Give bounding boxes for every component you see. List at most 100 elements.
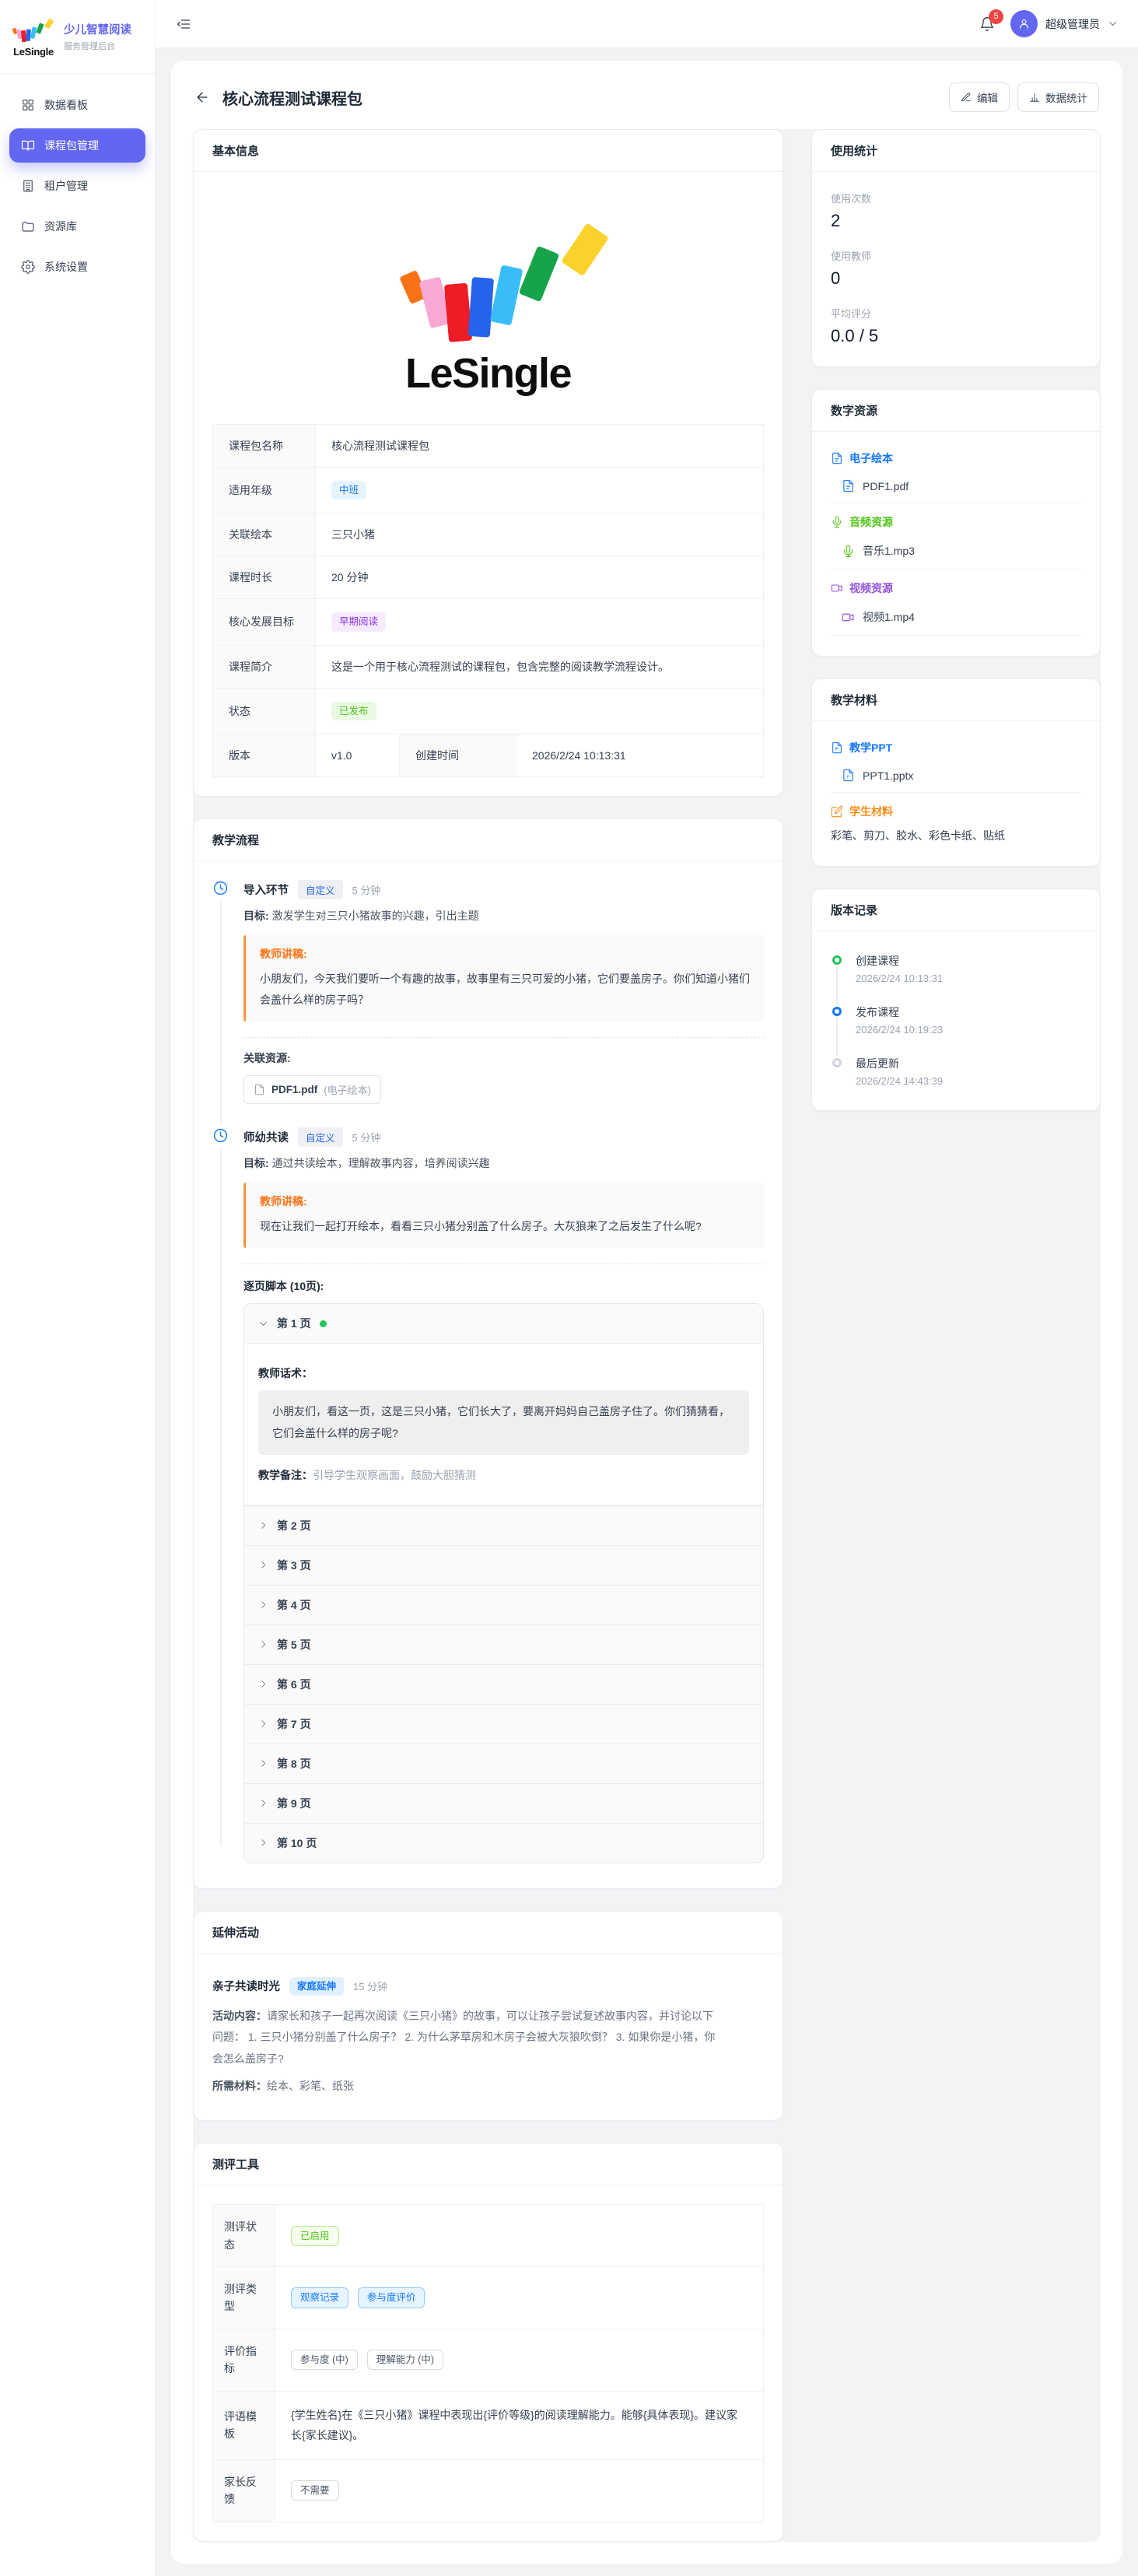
table-row: 适用年级 中班 xyxy=(213,468,764,513)
sidebar-item-course-packages[interactable]: 课程包管理 xyxy=(9,128,145,163)
page-label: 第 10 页 xyxy=(277,1835,317,1851)
page-2-toggle[interactable]: 第 2 页 xyxy=(244,1505,763,1545)
sidebar-item-label: 租户管理 xyxy=(44,178,88,194)
metric-badge: 参与度 (中) xyxy=(291,2350,358,2370)
chevron-down-icon xyxy=(1108,19,1118,29)
chevron-right-icon xyxy=(258,1600,268,1610)
stat-teacher-count: 使用教师 0 xyxy=(831,248,1081,289)
document-icon xyxy=(831,452,843,464)
file-name: 音乐1.mp3 xyxy=(863,543,915,559)
resource-file-name: PDF1.pdf xyxy=(271,1084,317,1095)
svg-text:P: P xyxy=(846,775,849,780)
sidebar: LeSingle 少儿智慧阅读 服务管理后台 数据看板 课程包管理 xyxy=(0,0,156,2576)
teacher-script-box: 教师讲稿: 现在让我们一起打开绘本，看看三只小猪分别盖了什么房子。大灰狼来了之后… xyxy=(243,1183,764,1248)
page-actions: 编辑 数据统计 xyxy=(949,82,1099,112)
page-10-toggle[interactable]: 第 10 页 xyxy=(244,1823,763,1863)
field-label: 课程时长 xyxy=(213,556,316,599)
menu-fold-icon[interactable] xyxy=(176,16,191,32)
table-row: 课程时长 20 分钟 xyxy=(213,556,764,599)
basic-info-table: 课程包名称 核心流程测试课程包 适用年级 中班 关联绘本 xyxy=(212,424,764,777)
group-label: 音频资源 xyxy=(849,514,893,530)
page-label: 第 6 页 xyxy=(277,1677,311,1692)
sidebar-item-label: 系统设置 xyxy=(44,259,88,275)
custom-tag: 自定义 xyxy=(298,1127,343,1147)
table-row: 版本 v1.0 创建时间 2026/2/24 10:13:31 xyxy=(213,734,764,776)
brand-logo: LeSingle xyxy=(11,16,56,58)
teacher-script-box: 教师讲稿: 小朋友们，今天我们要听一个有趣的故事，故事里有三只可爱的小猪，它们要… xyxy=(243,935,764,1022)
page-5-toggle[interactable]: 第 5 页 xyxy=(244,1624,763,1664)
course-cover-logo: LeSingle xyxy=(212,191,764,424)
table-row: 核心发展目标 早期阅读 xyxy=(213,599,764,645)
back-button[interactable] xyxy=(194,89,210,105)
audio-file-item[interactable]: 音乐1.mp3 xyxy=(831,533,1081,570)
ebook-file-item[interactable]: PDF1.pdf xyxy=(831,469,1081,503)
sidebar-item-resources[interactable]: 资源库 xyxy=(9,209,145,244)
brand-subtitle: 服务管理后台 xyxy=(64,40,131,52)
lesingle-arc-logo-icon xyxy=(11,16,56,45)
field-label: 适用年级 xyxy=(213,468,316,513)
chevron-right-icon xyxy=(258,1798,268,1808)
page-6-toggle[interactable]: 第 6 页 xyxy=(244,1664,763,1704)
user-name: 超级管理员 xyxy=(1045,16,1100,32)
timeline-dot-green xyxy=(832,955,842,965)
timeline-dot-blue xyxy=(832,1007,842,1016)
enabled-badge: 已启用 xyxy=(291,2226,339,2246)
activity-content: 活动内容：请家长和孩子一起再次阅读《三只小猪》的故事，可以让孩子尝试复述故事内容… xyxy=(212,2006,716,2070)
video-file-item[interactable]: 视频1.mp4 xyxy=(831,599,1081,636)
field-value: 核心流程测试课程包 xyxy=(316,425,764,468)
bell-icon[interactable]: 5 xyxy=(979,16,995,32)
main-area: 5 超级管理员 xyxy=(156,0,1138,2576)
page-4-toggle[interactable]: 第 4 页 xyxy=(244,1585,763,1624)
assessment-table: 测评状态 已启用 测评类型 观察记录 参与度评价 xyxy=(212,2204,764,2522)
page-1-content: 教师话术： 小朋友们，看这一页，这是三只小猪，它们长大了，要离开妈妈自己盖房子住… xyxy=(244,1343,763,1505)
card-title: 数字资源 xyxy=(812,390,1100,432)
linked-resource-chip[interactable]: PDF1.pdf (电子绘本) xyxy=(243,1075,381,1104)
extension-activity-card: 延伸活动 亲子共读时光 家庭延伸 15 分钟 活动内容：请家长和孩子一起再次阅读… xyxy=(193,1911,783,2121)
user-menu[interactable]: 超级管理员 xyxy=(1010,10,1118,37)
ebook-group: 电子绘本 PDF1.pdf xyxy=(831,450,1081,503)
flow-step-shared-reading: 师幼共读 自定义 5 分钟 目标:通过共读绘本，理解故事内容，培养阅读兴趣 教师… xyxy=(212,1127,764,1870)
page-3-toggle[interactable]: 第 3 页 xyxy=(244,1545,763,1585)
content-grid: 基本信息 LeSingle 课程包名称 核心流程测试课程包 xyxy=(193,129,1101,2542)
sidebar-item-tenants[interactable]: 租户管理 xyxy=(9,169,145,203)
avatar xyxy=(1010,10,1038,37)
sidebar-item-dashboard[interactable]: 数据看板 xyxy=(9,88,145,122)
group-label: 电子绘本 xyxy=(849,450,893,466)
chevron-down-icon xyxy=(258,1319,268,1329)
step-duration: 5 分钟 xyxy=(352,882,381,897)
sidebar-item-label: 课程包管理 xyxy=(44,138,99,153)
data-stats-button[interactable]: 数据统计 xyxy=(1017,82,1099,112)
file-name: 视频1.mp4 xyxy=(863,609,915,625)
dashed-divider xyxy=(243,1037,764,1038)
sidebar-item-settings[interactable]: 系统设置 xyxy=(9,250,145,284)
file-name: PPT1.pptx xyxy=(863,769,913,782)
page-1-toggle[interactable]: 第 1 页 xyxy=(244,1304,763,1343)
edit-square-icon xyxy=(831,805,843,818)
version-history-card: 版本记录 创建课程 2026/2/24 10:13:31 xyxy=(811,888,1101,1111)
page-9-toggle[interactable]: 第 9 页 xyxy=(244,1783,763,1823)
table-row: 评价指标 参与度 (中) 理解能力 (中) xyxy=(213,2329,764,2391)
right-column: 使用统计 使用次数 2 使用教师 0 xyxy=(811,129,1101,1111)
field-label: 关联绘本 xyxy=(213,513,316,556)
ppt-file-item[interactable]: P PPT1.pptx xyxy=(831,759,1081,793)
video-camera-icon xyxy=(842,611,855,624)
page-label: 第 7 页 xyxy=(277,1716,311,1732)
book-icon xyxy=(21,138,35,152)
table-row: 课程包名称 核心流程测试课程包 xyxy=(213,425,764,468)
teacher-script-text: 现在让我们一起打开绘本，看看三只小猪分别盖了什么房子。大灰狼来了之后发生了什么呢… xyxy=(260,1216,750,1237)
page-7-toggle[interactable]: 第 7 页 xyxy=(244,1704,763,1744)
brand-text: 少儿智慧阅读 服务管理后台 xyxy=(64,21,131,52)
chevron-right-icon xyxy=(258,1560,268,1570)
topbar: 5 超级管理员 xyxy=(156,0,1138,48)
card-title: 延伸活动 xyxy=(194,1912,783,1954)
topbar-right: 5 超级管理员 xyxy=(979,10,1118,37)
edit-button[interactable]: 编辑 xyxy=(949,82,1010,112)
page-8-toggle[interactable]: 第 8 页 xyxy=(244,1744,763,1783)
field-label: 核心发展目标 xyxy=(213,599,316,645)
resource-file-type: (电子绘本) xyxy=(324,1082,371,1097)
step-name: 师幼共读 xyxy=(243,1129,289,1145)
card-title: 测评工具 xyxy=(194,2143,783,2185)
dashboard-icon xyxy=(21,98,35,112)
field-value: 20 分钟 xyxy=(316,556,764,599)
version-timeline: 创建课程 2026/2/24 10:13:31 发布课程 2026 xyxy=(831,950,1081,1092)
